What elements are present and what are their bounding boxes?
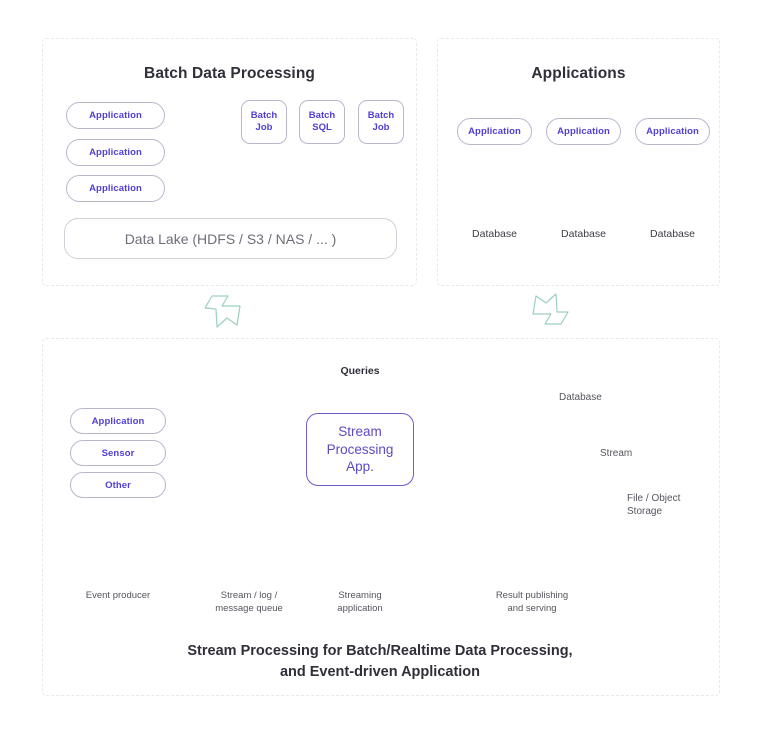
batch-source-label: Application xyxy=(89,110,142,121)
apps-application-2[interactable]: Application xyxy=(546,118,621,145)
batch-job-2[interactable]: Batch SQL xyxy=(299,100,345,144)
queries-label: Queries xyxy=(340,365,380,377)
batch-job-1[interactable]: Batch Job xyxy=(241,100,287,144)
output-label-stream: Stream xyxy=(600,448,633,459)
batch-source-application-3[interactable]: Application xyxy=(66,175,165,202)
database-label: Database xyxy=(472,228,517,240)
sp-line3: App. xyxy=(346,459,374,475)
producer-label: Sensor xyxy=(101,447,135,459)
stream-producer-application[interactable]: Application xyxy=(70,408,166,434)
data-lake-box[interactable]: Data Lake (HDFS / S3 / NAS / ... ) xyxy=(64,218,397,259)
batch-source-application-2[interactable]: Application xyxy=(66,139,165,166)
batch-job-line2: SQL xyxy=(312,122,332,133)
sp-line2: Processing xyxy=(326,441,394,457)
apps-application-label: Application xyxy=(468,126,521,137)
batch-job-line1: Batch xyxy=(250,110,278,122)
timeline-label-streaming-application: Streaming application xyxy=(337,590,383,614)
stream-producer-other[interactable]: Other xyxy=(70,472,166,498)
caption-line-1: Stream Processing for Batch/Realtime Dat… xyxy=(187,643,573,659)
batch-source-label: Application xyxy=(89,183,142,194)
batch-source-application-1[interactable]: Application xyxy=(66,102,165,129)
producer-label: Application xyxy=(91,415,145,427)
output-label-file-object-storage: File / Object Storage xyxy=(627,493,681,517)
apps-application-1[interactable]: Application xyxy=(457,118,532,145)
caption-line-2: and Event-driven Application xyxy=(279,664,481,681)
apps-database-caption-2: Database xyxy=(546,228,621,240)
panel-title-batch: Batch Data Processing xyxy=(144,65,315,82)
batch-job-line1: Batch xyxy=(308,110,336,122)
batch-job-line1: Batch xyxy=(367,110,395,122)
database-label: Database xyxy=(561,228,606,240)
batch-source-label: Application xyxy=(89,147,142,158)
panel-title-applications: Applications xyxy=(531,65,626,82)
stream-producer-sensor[interactable]: Sensor xyxy=(70,440,166,466)
stream-processing-app-box[interactable]: Stream Processing App. xyxy=(306,413,414,486)
apps-database-caption-3: Database xyxy=(635,228,710,240)
apps-database-caption-1: Database xyxy=(457,228,532,240)
panel-applications: Applications xyxy=(437,38,720,286)
batch-job-line2: Job xyxy=(255,122,273,133)
data-lake-label: Data Lake (HDFS / S3 / NAS / ... ) xyxy=(124,230,337,247)
timeline-label-stream-log-message-queue: Stream / log / message queue xyxy=(215,590,283,614)
output-label-database: Database xyxy=(559,392,602,403)
sp-line1: Stream xyxy=(338,424,382,440)
producer-label: Other xyxy=(105,479,131,491)
diagram-caption: Stream Processing for Batch/Realtime Dat… xyxy=(0,641,760,683)
apps-application-label: Application xyxy=(557,126,610,137)
apps-application-3[interactable]: Application xyxy=(635,118,710,145)
apps-application-label: Application xyxy=(646,126,699,137)
batch-job-3[interactable]: Batch Job xyxy=(358,100,404,144)
database-label: Database xyxy=(650,228,695,240)
timeline-label-event-producer: Event producer xyxy=(85,590,151,601)
timeline-label-result-publishing: Result publishing and serving xyxy=(495,590,569,614)
batch-job-line2: Job xyxy=(372,122,390,133)
